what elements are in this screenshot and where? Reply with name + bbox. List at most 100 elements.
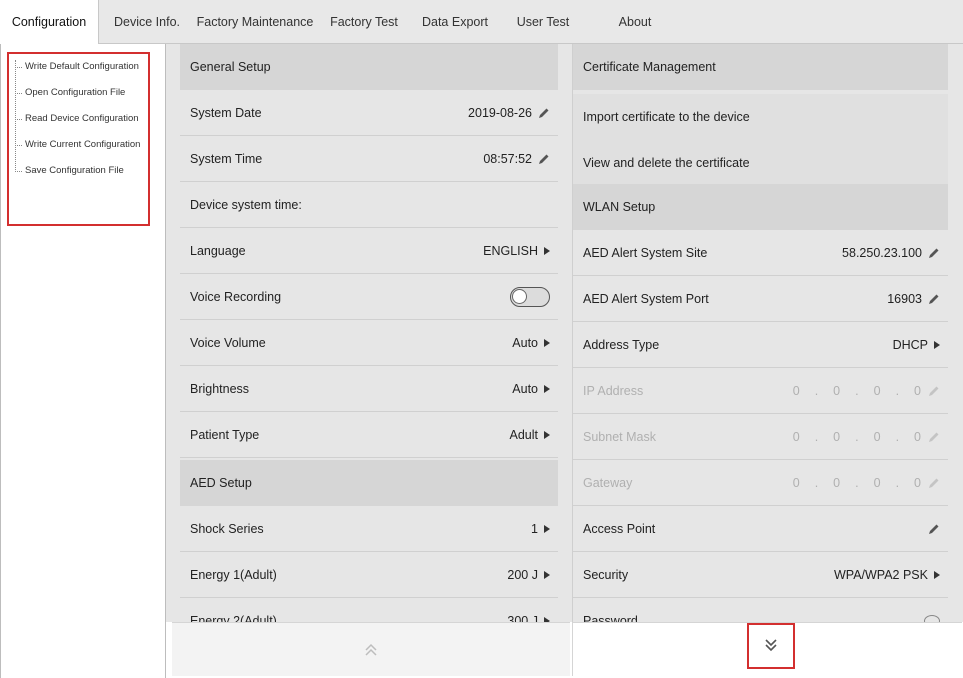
caret-right-icon[interactable] <box>544 431 550 439</box>
alert-system-port-value: 16903 <box>887 292 922 306</box>
row-address-type[interactable]: Address Type DHCP <box>573 322 948 368</box>
alert-system-site-value: 58.250.23.100 <box>842 246 922 260</box>
sidebar-item-save-config-file[interactable]: Save Configuration File <box>15 158 124 184</box>
tab-configuration[interactable]: Configuration <box>0 0 99 44</box>
row-import-certificate[interactable]: Import certificate to the device <box>573 94 948 140</box>
system-time-label: System Time <box>190 152 263 166</box>
caret-right-icon[interactable] <box>544 571 550 579</box>
subnet-mask-value: 0.0.0.0 <box>792 430 922 444</box>
shock-series-label: Shock Series <box>190 522 264 536</box>
energy-1-label: Energy 1(Adult) <box>190 568 277 582</box>
scroll-up-area[interactable] <box>172 622 570 676</box>
row-energy-2[interactable]: Energy 2(Adult) 300 J <box>180 598 558 622</box>
row-alert-system-site[interactable]: AED Alert System Site 58.250.23.100 <box>573 230 948 276</box>
tab-data-export[interactable]: Data Export <box>414 0 496 44</box>
energy-1-value: 200 J <box>507 568 538 582</box>
sidebar-item-read-device-config[interactable]: Read Device Configuration <box>15 106 139 132</box>
toggle-knob <box>512 289 527 304</box>
row-language[interactable]: Language ENGLISH <box>180 228 558 274</box>
sidebar: Write Default Configuration Open Configu… <box>0 44 166 678</box>
row-brightness[interactable]: Brightness Auto <box>180 366 558 412</box>
system-date-label: System Date <box>190 106 262 120</box>
voice-recording-label: Voice Recording <box>190 290 282 304</box>
caret-right-icon[interactable] <box>544 247 550 255</box>
sidebar-item-write-default[interactable]: Write Default Configuration <box>15 54 139 80</box>
network-setup-panel: Certificate Management Import certificat… <box>572 44 963 622</box>
subnet-mask-label: Subnet Mask <box>583 430 656 444</box>
row-patient-type[interactable]: Patient Type Adult <box>180 412 558 458</box>
address-type-value: DHCP <box>892 338 928 352</box>
scroll-down-button[interactable] <box>747 623 795 669</box>
pencil-icon <box>928 385 940 397</box>
access-point-label: Access Point <box>583 522 656 536</box>
row-shock-series[interactable]: Shock Series 1 <box>180 506 558 552</box>
voice-volume-label: Voice Volume <box>190 336 266 350</box>
pencil-icon[interactable] <box>538 153 550 165</box>
gateway-value: 0.0.0.0 <box>792 476 922 490</box>
alert-system-site-label: AED Alert System Site <box>583 246 708 260</box>
caret-right-icon[interactable] <box>544 525 550 533</box>
sidebar-item-open-config-file[interactable]: Open Configuration File <box>15 80 125 106</box>
voice-recording-toggle[interactable] <box>510 287 550 307</box>
tab-device-info[interactable]: Device Info. <box>108 0 186 44</box>
tab-factory-maintenance[interactable]: Factory Maintenance <box>194 0 316 44</box>
double-chevron-down-icon <box>765 639 777 652</box>
caret-right-icon[interactable] <box>934 341 940 349</box>
row-security[interactable]: Security WPA/WPA2 PSK <box>573 552 948 598</box>
row-alert-system-port[interactable]: AED Alert System Port 16903 <box>573 276 948 322</box>
caret-right-icon[interactable] <box>544 339 550 347</box>
system-time-value: 08:57:52 <box>483 152 532 166</box>
tab-user-test[interactable]: User Test <box>508 0 578 44</box>
configuration-actions-tree: Write Default Configuration Open Configu… <box>7 52 150 226</box>
energy-2-label: Energy 2(Adult) <box>190 614 277 622</box>
section-certificate-management: Certificate Management <box>573 44 948 90</box>
ip-address-label: IP Address <box>583 384 644 398</box>
row-subnet-mask: Subnet Mask 0.0.0.0 <box>573 414 948 460</box>
pencil-icon <box>928 431 940 443</box>
tab-factory-test[interactable]: Factory Test <box>324 0 404 44</box>
security-value: WPA/WPA2 PSK <box>833 568 928 582</box>
caret-right-icon[interactable] <box>544 385 550 393</box>
ip-address-value: 0.0.0.0 <box>792 384 922 398</box>
eye-icon[interactable] <box>924 615 940 622</box>
row-energy-1[interactable]: Energy 1(Adult) 200 J <box>180 552 558 598</box>
brightness-value: Auto <box>512 382 538 396</box>
general-setup-panel: General Setup System Date 2019-08-26 Sys… <box>166 44 572 622</box>
main-tab-bar: Configuration Device Info. Factory Maint… <box>0 0 963 44</box>
device-system-time-label: Device system time: <box>190 198 302 212</box>
pencil-icon[interactable] <box>538 107 550 119</box>
system-date-value: 2019-08-26 <box>468 106 532 120</box>
alert-system-port-label: AED Alert System Port <box>583 292 709 306</box>
row-voice-volume[interactable]: Voice Volume Auto <box>180 320 558 366</box>
energy-2-value: 300 J <box>507 614 538 622</box>
pencil-icon[interactable] <box>928 293 940 305</box>
brightness-label: Brightness <box>190 382 250 396</box>
row-gateway: Gateway 0.0.0.0 <box>573 460 948 506</box>
security-label: Security <box>583 568 629 582</box>
password-label: Password <box>583 614 638 622</box>
row-system-date[interactable]: System Date 2019-08-26 <box>180 90 558 136</box>
caret-right-icon[interactable] <box>934 571 940 579</box>
row-device-system-time: Device system time: <box>180 182 558 228</box>
scroll-down-area[interactable] <box>572 622 962 676</box>
row-access-point[interactable]: Access Point <box>573 506 948 552</box>
pencil-icon <box>928 477 940 489</box>
sidebar-item-write-current-config[interactable]: Write Current Configuration <box>15 132 140 158</box>
language-value: ENGLISH <box>483 244 538 258</box>
row-voice-recording: Voice Recording <box>180 274 558 320</box>
tab-about[interactable]: About <box>604 0 666 44</box>
row-password[interactable]: Password <box>573 598 948 622</box>
row-system-time[interactable]: System Time 08:57:52 <box>180 136 558 182</box>
shock-series-value: 1 <box>531 522 538 536</box>
language-label: Language <box>190 244 246 258</box>
row-view-delete-certificate[interactable]: View and delete the certificate <box>573 140 948 186</box>
gateway-label: Gateway <box>583 476 633 490</box>
pencil-icon[interactable] <box>928 523 940 535</box>
section-general-setup: General Setup <box>180 44 558 90</box>
pencil-icon[interactable] <box>928 247 940 259</box>
patient-type-label: Patient Type <box>190 428 260 442</box>
patient-type-value: Adult <box>509 428 539 442</box>
double-chevron-up-icon[interactable] <box>364 641 378 659</box>
voice-volume-value: Auto <box>512 336 538 350</box>
section-wlan-setup: WLAN Setup <box>573 184 948 230</box>
